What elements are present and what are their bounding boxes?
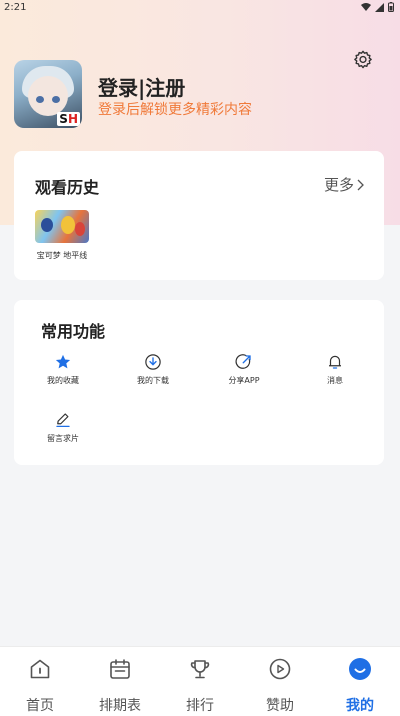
signal-icon [375,2,384,12]
thumbnail-art [41,218,53,232]
function-downloads[interactable]: 我的下载 [123,353,183,386]
common-functions-title: 常用功能 [41,322,106,341]
bell-icon [329,355,341,369]
function-label: 我的下载 [137,376,169,385]
tab-ranking[interactable]: 排行 [160,647,240,716]
function-label: 分享APP [228,376,260,385]
star-icon [55,354,71,369]
share-icon [235,354,251,369]
function-label: 我的收藏 [47,376,79,385]
function-label: 消息 [327,376,343,385]
status-bar: 2:21 [0,0,400,16]
status-icons [361,2,394,12]
avatar-face [28,76,68,116]
avatar-eye-right [52,96,60,103]
chevron-right-icon [357,179,364,190]
download-icon [145,354,161,370]
function-request-movie[interactable]: 留言求片 [33,411,93,444]
battery-icon [388,2,394,12]
edit-icon [56,413,70,428]
tab-label: 赞助 [266,698,294,714]
watch-history-card: 观看历史 更多 宝可梦 地平线 [14,151,384,280]
avatar[interactable]: SH [14,60,82,128]
tab-label: 排行 [186,698,214,714]
avatar-badge-s: S [59,112,68,126]
thumbnail-art [75,222,85,236]
function-messages[interactable]: 消息 [305,353,365,386]
thumbnail-art [61,216,75,234]
function-label: 留言求片 [47,434,79,443]
tab-label: 排期表 [99,698,141,714]
tab-mine[interactable]: 我的 [320,647,400,716]
history-item-title[interactable]: 宝可梦 地平线 [35,250,89,261]
settings-button[interactable] [352,49,374,71]
login-hint: 登录后解锁更多精彩内容 [98,102,252,118]
watch-history-title: 观看历史 [35,178,100,197]
tab-home[interactable]: 首页 [0,647,80,716]
login-register-link[interactable]: 登录|注册 [98,72,185,101]
function-share-app[interactable]: 分享APP [214,353,274,386]
avatar-sh-badge: SH [57,112,80,126]
status-time: 2:21 [4,2,27,13]
history-item-thumbnail[interactable] [35,210,89,243]
gear-icon [354,50,372,69]
tab-label: 我的 [346,698,374,714]
common-functions-card: 常用功能 我的收藏 我的下载 分享APP 消息 留言求片 [14,300,384,465]
tab-sponsor[interactable]: 赞助 [240,647,320,716]
function-favorites[interactable]: 我的收藏 [33,353,93,386]
wifi-icon [361,2,371,11]
tab-schedule[interactable]: 排期表 [80,647,160,716]
home-icon [30,659,50,679]
calendar-icon [110,659,130,679]
avatar-badge-h: H [67,112,78,126]
history-more-label: 更多 [323,176,354,194]
trophy-icon [190,660,210,679]
tab-label: 首页 [26,698,54,714]
bottom-tab-bar: 首页 排期表 排行 赞助 我的 [0,646,400,716]
play-circle-icon [269,658,291,680]
history-more-link[interactable]: 更多 [324,174,364,195]
profile-icon [349,658,371,680]
avatar-eye-left [36,96,44,103]
